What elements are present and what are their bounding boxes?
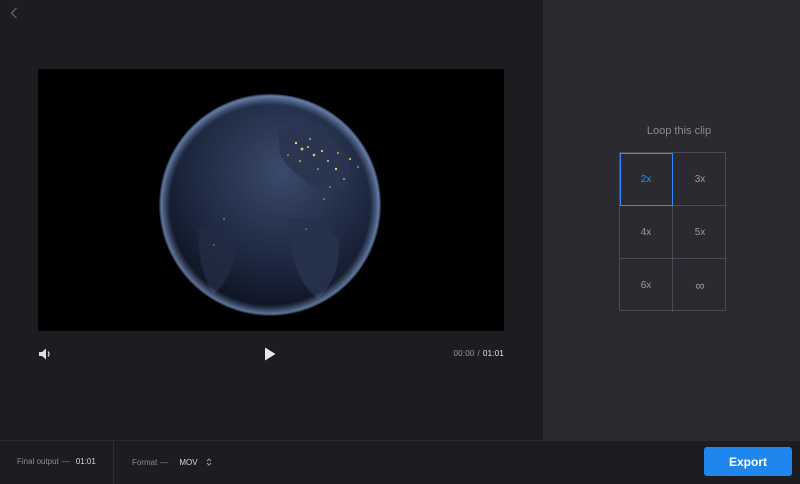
- back-button[interactable]: [6, 4, 22, 22]
- loop-title: Loop this clip: [646, 125, 712, 137]
- play-button[interactable]: [263, 346, 279, 364]
- play-icon: [265, 347, 276, 361]
- final-output-label: Final output: [17, 457, 59, 466]
- current-time: 00:00: [453, 349, 475, 358]
- volume-button[interactable]: [38, 347, 52, 363]
- player-controls: 00:00/01:01: [38, 343, 504, 367]
- video-preview[interactable]: [38, 69, 504, 331]
- format-stepper[interactable]: [206, 457, 212, 467]
- loop-option-6x[interactable]: 6x: [620, 259, 673, 312]
- updown-chevron-icon: [206, 458, 211, 466]
- chevron-left-icon: [10, 7, 17, 19]
- format-label: Format: [132, 457, 158, 467]
- time-display: 00:00/01:01: [454, 349, 505, 358]
- total-time: 01:01: [482, 349, 504, 358]
- export-button[interactable]: Export: [704, 447, 792, 476]
- format-dash: —: [160, 457, 169, 467]
- loop-option-infinite[interactable]: ∞: [673, 259, 727, 312]
- format-value[interactable]: MOV: [179, 458, 197, 467]
- time-separator: /: [477, 349, 480, 358]
- format-selector[interactable]: Format — MOV: [132, 457, 212, 467]
- footer-divider: [113, 441, 114, 484]
- earth-frame: [159, 94, 381, 316]
- volume-icon: [39, 348, 50, 360]
- final-output-dash: —: [61, 457, 70, 466]
- loop-option-4x[interactable]: 4x: [620, 206, 673, 259]
- final-output: Final output — 01:01: [17, 457, 96, 466]
- loop-option-5x[interactable]: 5x: [673, 206, 727, 259]
- editor-main: 00:00/01:01: [0, 0, 543, 440]
- final-output-value: 01:01: [75, 457, 96, 466]
- footer-bar: Final output —01:01 Format — MOV: [0, 440, 800, 484]
- loop-option-3x[interactable]: 3x: [673, 153, 727, 206]
- loop-options-grid: 2x 3x 4x 5x 6x ∞: [619, 152, 727, 312]
- loop-option-2x[interactable]: 2x: [620, 153, 673, 206]
